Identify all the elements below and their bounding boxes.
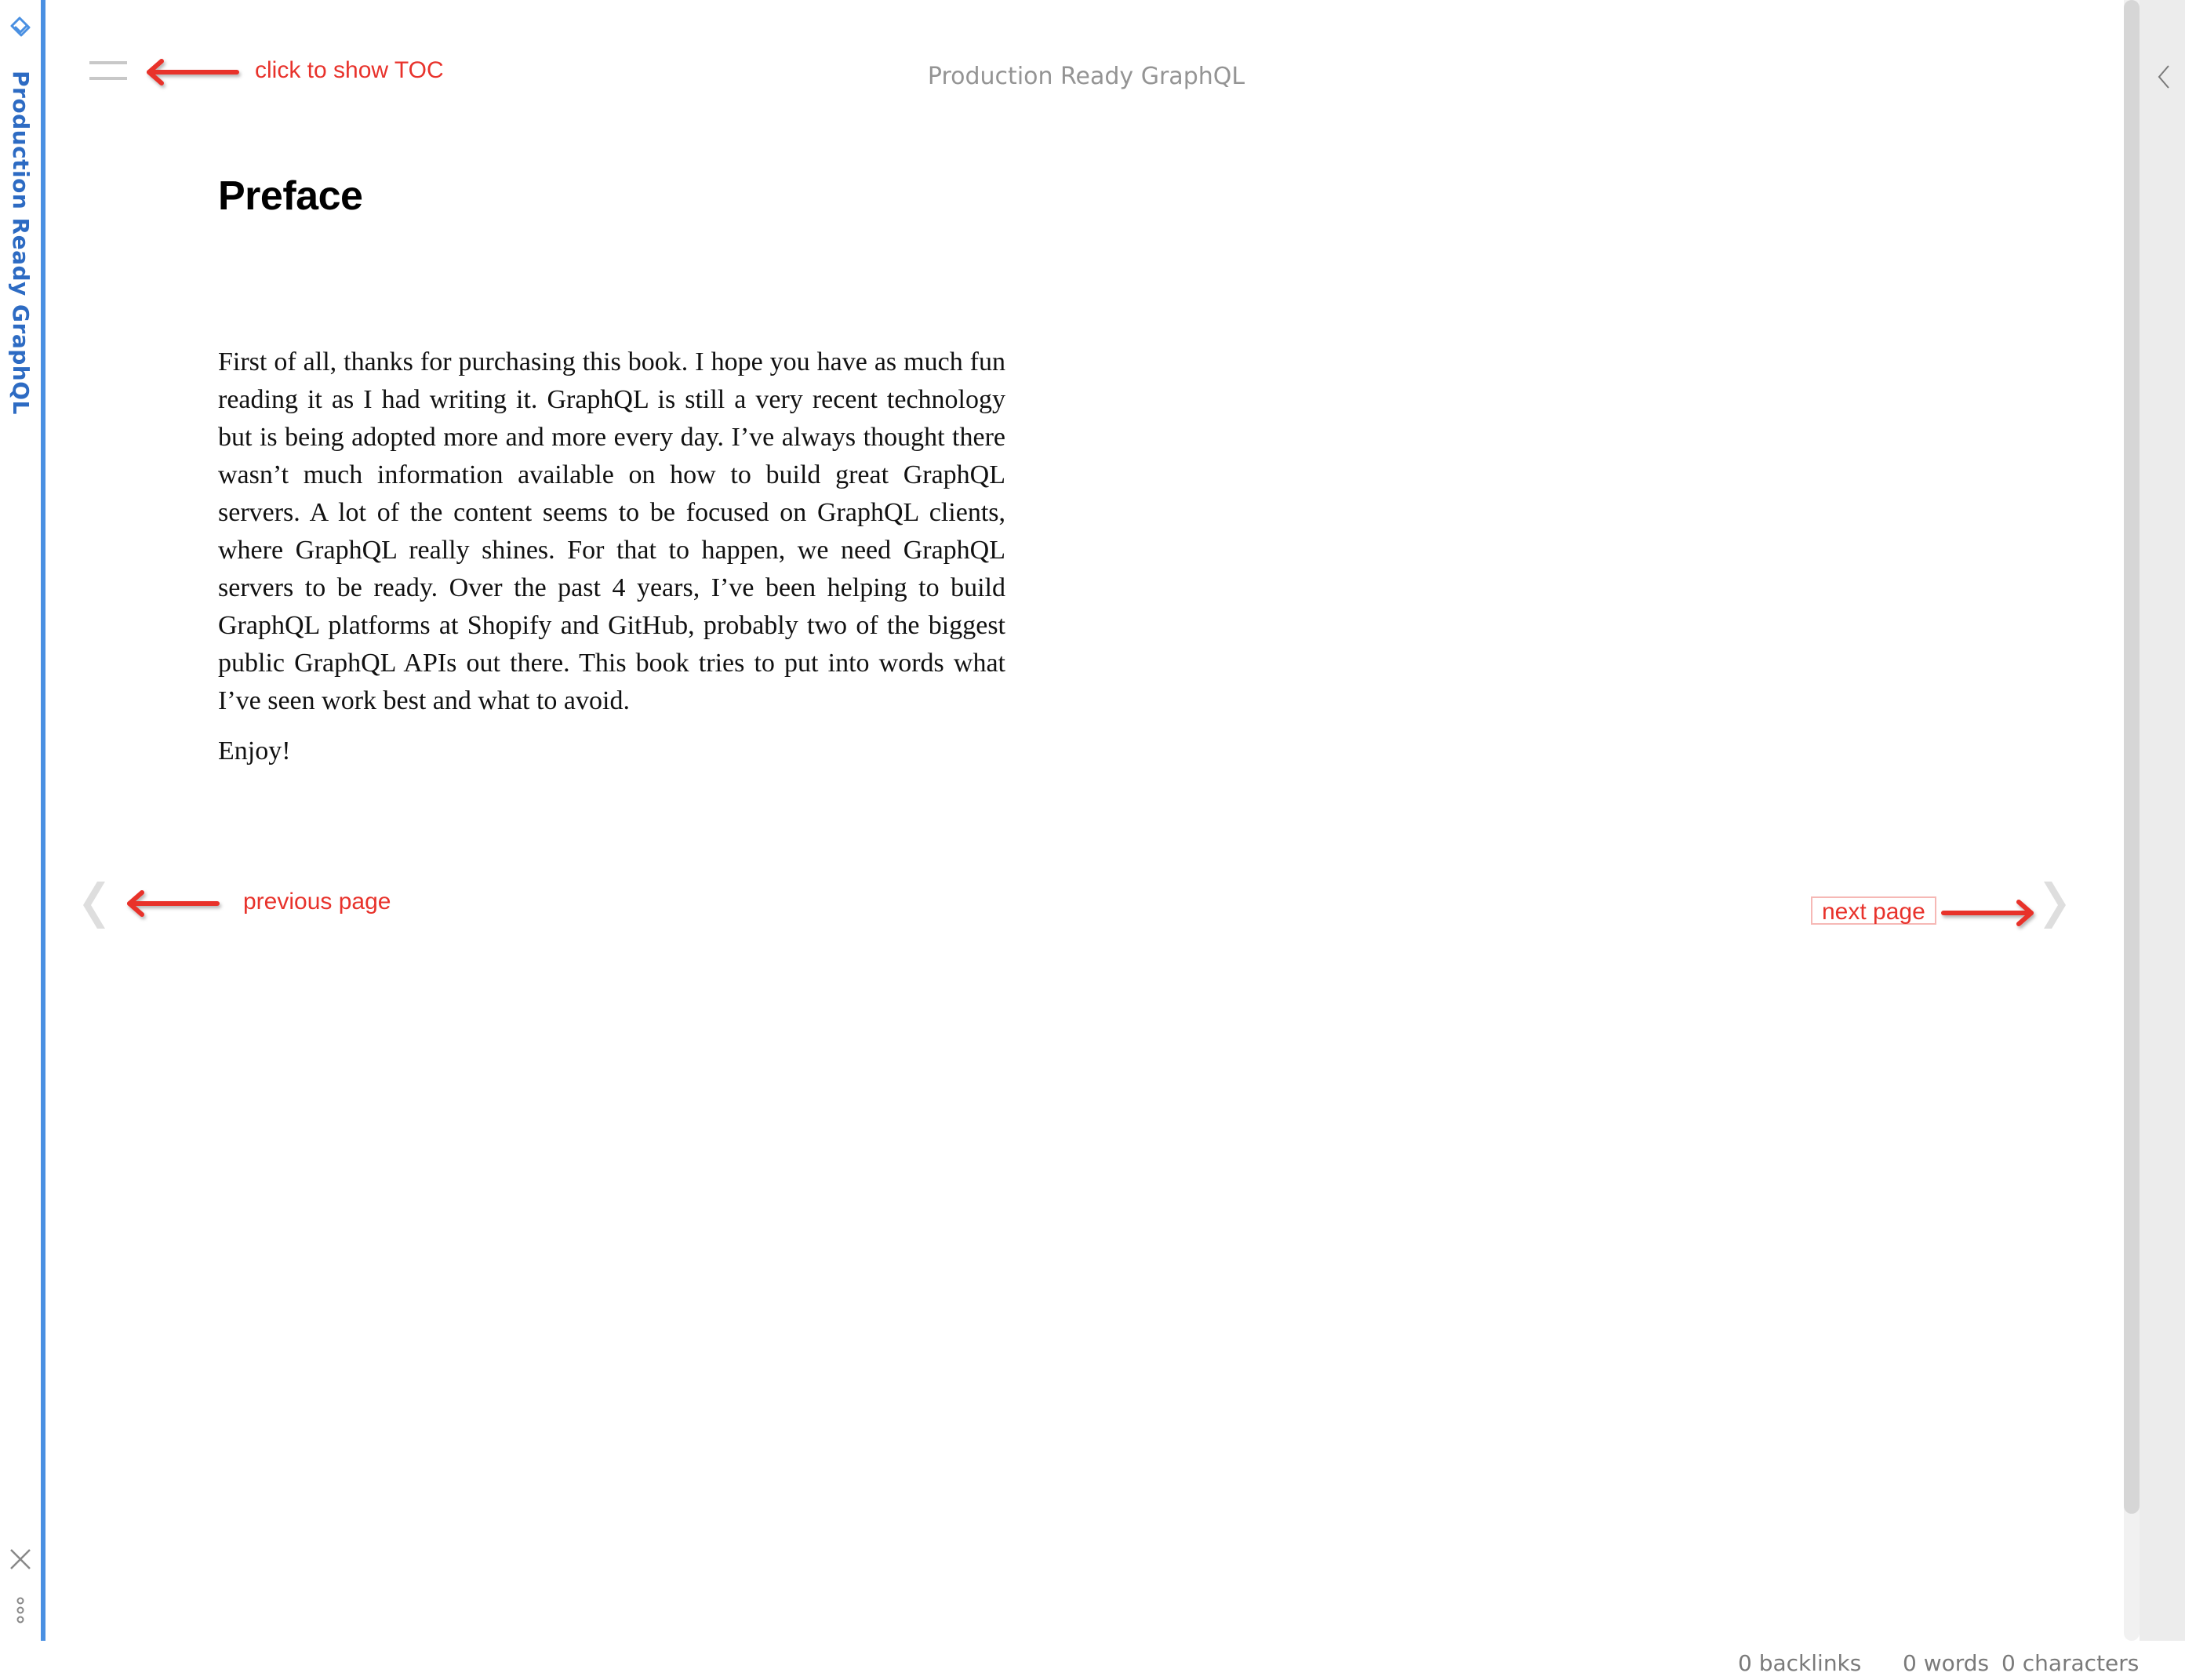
chevron-left-icon bbox=[83, 882, 105, 929]
hamburger-menu-icon-line bbox=[89, 77, 127, 80]
next-page-button[interactable] bbox=[2038, 877, 2072, 933]
book-title-vertical[interactable]: Production Ready GraphQL bbox=[6, 71, 35, 415]
annotation-arrow-right-icon bbox=[1941, 900, 2034, 926]
sidebar-accent-line bbox=[41, 0, 45, 1641]
right-sidebar-collapsed bbox=[2140, 0, 2185, 1641]
toc-toggle-button[interactable] bbox=[83, 55, 133, 86]
chevron-left-icon bbox=[2158, 65, 2169, 89]
chapter-title: Preface bbox=[218, 173, 363, 219]
annotation-toc-label: click to show TOC bbox=[255, 57, 444, 83]
status-bar: 0 backlinks 0 words 0 characters bbox=[0, 1647, 2185, 1680]
character-count: 0 characters bbox=[2001, 1650, 2140, 1676]
backlinks-count[interactable]: 0 backlinks bbox=[1738, 1647, 1861, 1680]
expand-right-panel-button[interactable] bbox=[2155, 63, 2172, 91]
app-logo-icon[interactable] bbox=[6, 14, 35, 42]
document-content: Preface First of all, thanks for purchas… bbox=[218, 165, 1005, 770]
close-icon[interactable] bbox=[9, 1548, 31, 1570]
chevron-right-icon bbox=[2044, 882, 2066, 929]
hamburger-menu-icon bbox=[89, 61, 127, 64]
body-paragraph: Enjoy! bbox=[218, 736, 291, 765]
left-sidebar: Production Ready GraphQL bbox=[0, 0, 41, 1641]
vertical-scrollbar-thumb[interactable] bbox=[2124, 0, 2140, 1514]
word-count: 0 words bbox=[1903, 1650, 1990, 1676]
annotation-arrow-left-icon bbox=[147, 59, 239, 85]
annotation-previous-label: previous page bbox=[243, 889, 391, 915]
annotation-next-label: next page bbox=[1811, 896, 1936, 925]
previous-page-button[interactable] bbox=[77, 877, 111, 933]
document-title: Production Ready GraphQL bbox=[927, 63, 1245, 90]
more-vertical-icon[interactable] bbox=[14, 1597, 27, 1625]
body-paragraph: First of all, thanks for purchasing this… bbox=[218, 347, 1005, 715]
annotation-arrow-left-icon bbox=[127, 890, 220, 917]
